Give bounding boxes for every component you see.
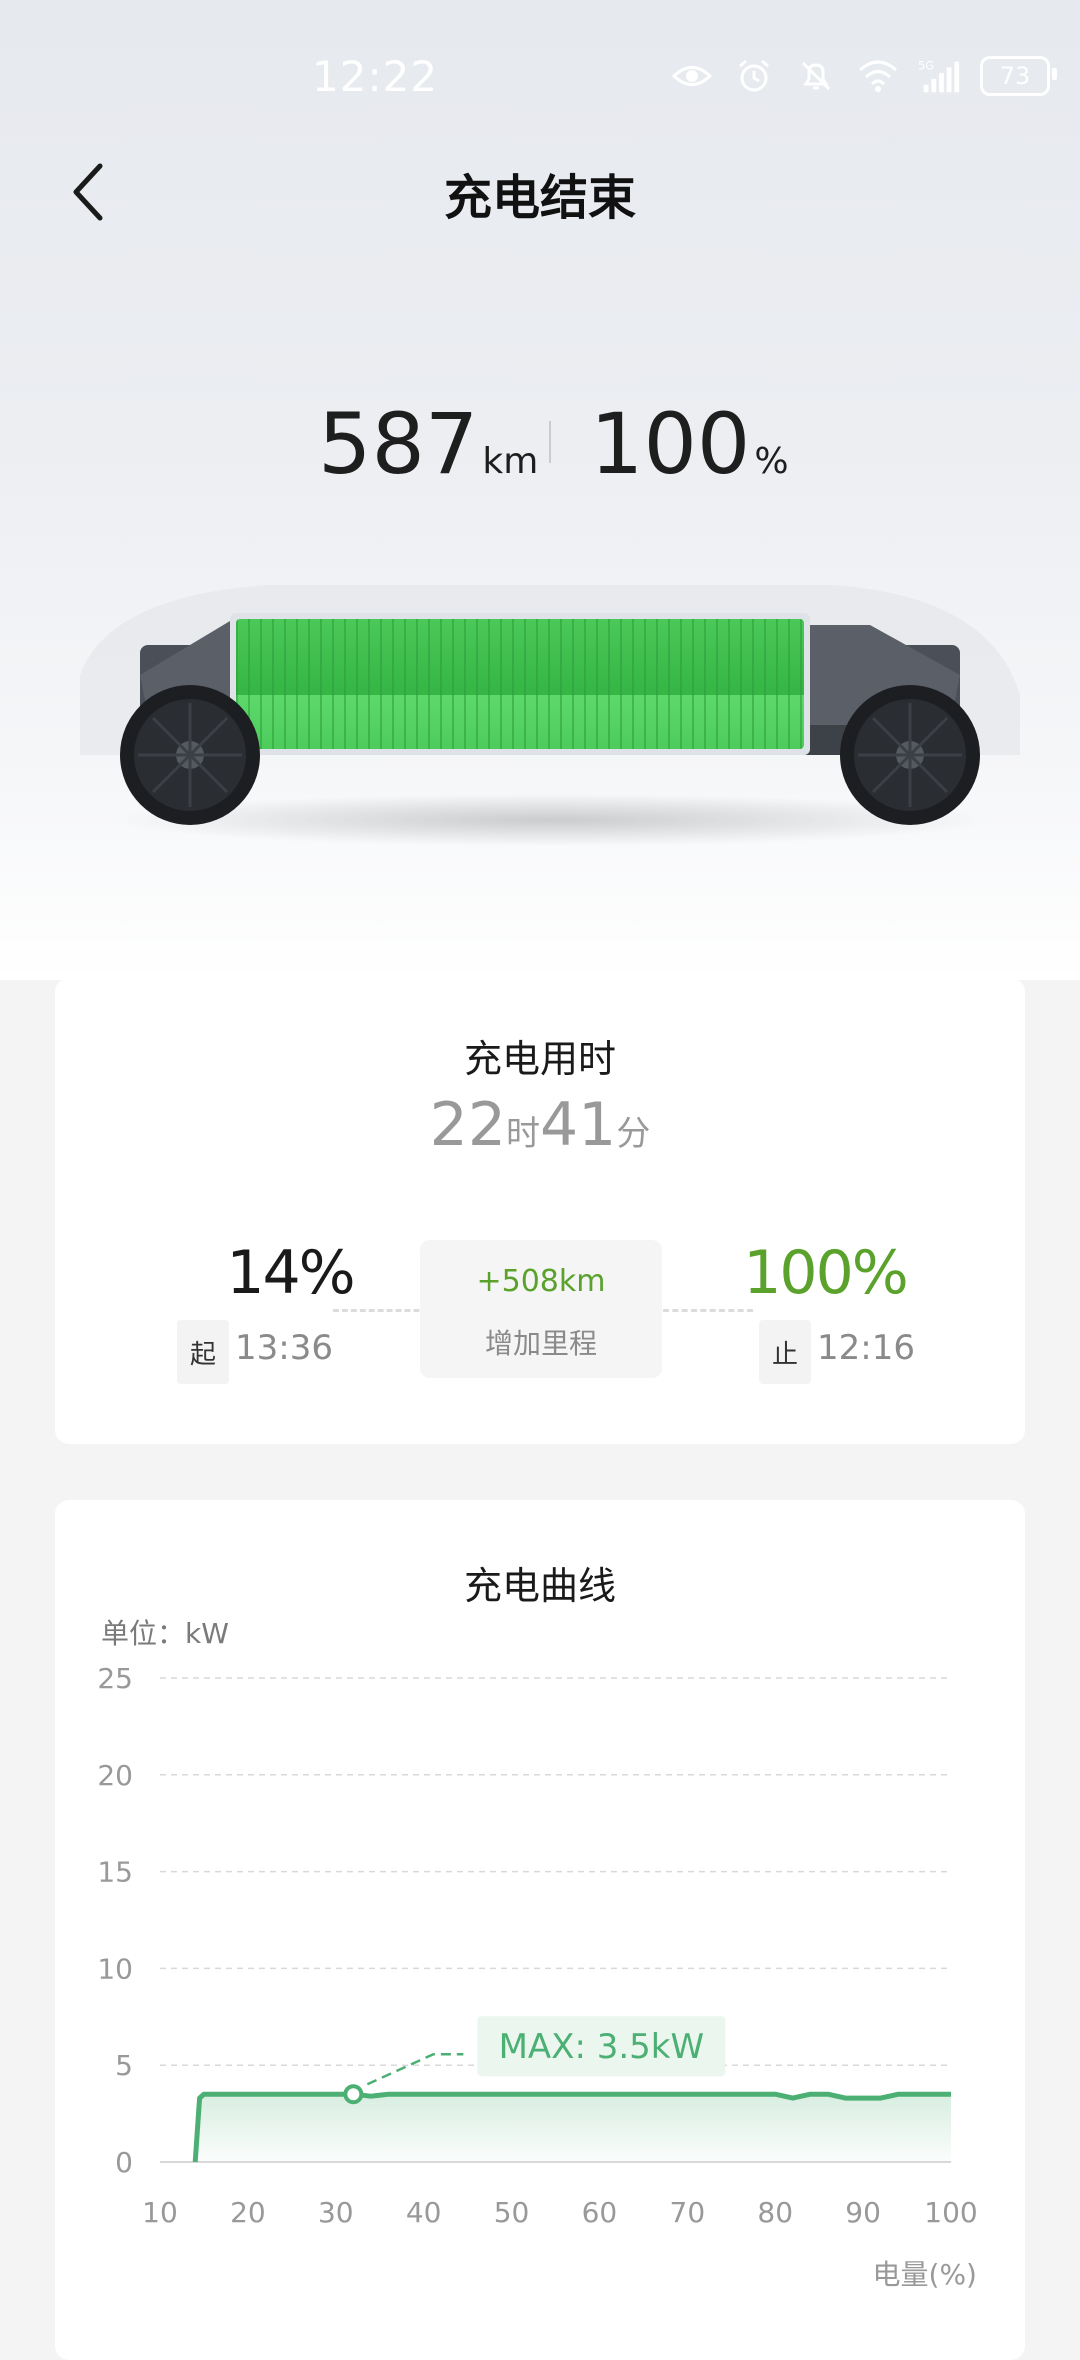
status-bar: 12:22 5G 73	[0, 40, 1080, 120]
charge-time-card: 充电用时 22时41分 14% 起 13:36 +508km 增加里程 100%…	[55, 978, 1025, 1444]
status-icons: 5G 73	[670, 54, 1057, 98]
x-tick-label: 20	[230, 2196, 266, 2229]
hero-section: 12:22 5G 73 充电结束 587 km 100 %	[0, 0, 1080, 980]
y-tick-label: 20	[97, 1759, 133, 1792]
status-time: 12:22	[312, 52, 439, 101]
svg-text:5G: 5G	[918, 58, 934, 72]
x-tick-label: 70	[670, 2196, 706, 2229]
added-range-value: +508km	[476, 1264, 606, 1299]
nav-bar: 充电结束	[0, 140, 1080, 236]
soc-unit: %	[754, 441, 789, 482]
soc-value: 100	[590, 395, 751, 493]
x-tick-label: 90	[845, 2196, 881, 2229]
duration-hours: 22	[429, 1090, 506, 1160]
connector-dash-right	[663, 1309, 753, 1312]
max-label: MAX: 3.5kW	[499, 2027, 705, 2067]
x-tick-label: 30	[318, 2196, 354, 2229]
added-range-label: 增加里程	[484, 1327, 597, 1360]
x-tick-label: 50	[494, 2196, 530, 2229]
y-tick-label: 25	[97, 1662, 133, 1695]
x-axis-label: 电量(%)	[873, 2258, 977, 2291]
duration-hours-unit: 时	[506, 1114, 540, 1154]
start-tag: 起	[177, 1320, 229, 1384]
signal-5g-icon: 5G	[918, 54, 962, 98]
range-unit: km	[482, 441, 539, 482]
range-value: 587	[318, 395, 479, 493]
charge-curve-card: 充电曲线 单位：kW 0 5 10 15 20 25 10 20 30 40 50 60 70 80 90 1…	[55, 1500, 1025, 2360]
charge-duration: 22时41分	[55, 1090, 1025, 1160]
range-stat: 587 km	[318, 395, 538, 493]
charge-time-title: 充电用时	[463, 1037, 616, 1081]
alarm-icon	[732, 54, 776, 98]
start-time: 13:36	[235, 1328, 333, 1368]
end-soc: 100%	[743, 1238, 909, 1308]
y-tick-label: 5	[115, 2049, 133, 2082]
stat-divider	[549, 421, 551, 463]
start-soc: 14%	[226, 1238, 355, 1308]
car-chassis-image	[80, 585, 1020, 846]
page-title: 充电结束	[443, 170, 636, 226]
duration-minutes-unit: 分	[616, 1114, 651, 1154]
x-tick-label: 10	[142, 2196, 178, 2229]
x-tick-label: 80	[757, 2196, 793, 2229]
y-tick-label: 0	[115, 2146, 133, 2179]
end-time: 12:16	[817, 1328, 915, 1368]
added-range-box: +508km 增加里程	[420, 1240, 662, 1378]
soc-stat: 100%	[590, 395, 789, 493]
summary-stats: 587 km 100%	[0, 395, 1080, 495]
mute-icon	[794, 54, 838, 98]
curve-area	[195, 2094, 951, 2162]
max-point-marker	[343, 2084, 364, 2105]
battery-indicator: 73	[980, 56, 1057, 96]
x-tick-label: 60	[582, 2196, 618, 2229]
y-tick-label: 10	[97, 1952, 133, 1985]
x-tick-label: 40	[406, 2196, 442, 2229]
charge-curve-chart: 0 5 10 15 20 25 10 20 30 40 50 60 70 80 90 100 电量(%) MAX:…	[97, 1662, 977, 2291]
wifi-icon	[856, 54, 900, 98]
duration-minutes: 41	[540, 1090, 617, 1160]
x-tick-label: 100	[924, 2196, 977, 2229]
max-leader-line	[366, 2052, 464, 2086]
end-tag: 止	[759, 1320, 811, 1384]
eye-icon	[670, 54, 714, 98]
y-tick-label: 15	[97, 1856, 133, 1889]
